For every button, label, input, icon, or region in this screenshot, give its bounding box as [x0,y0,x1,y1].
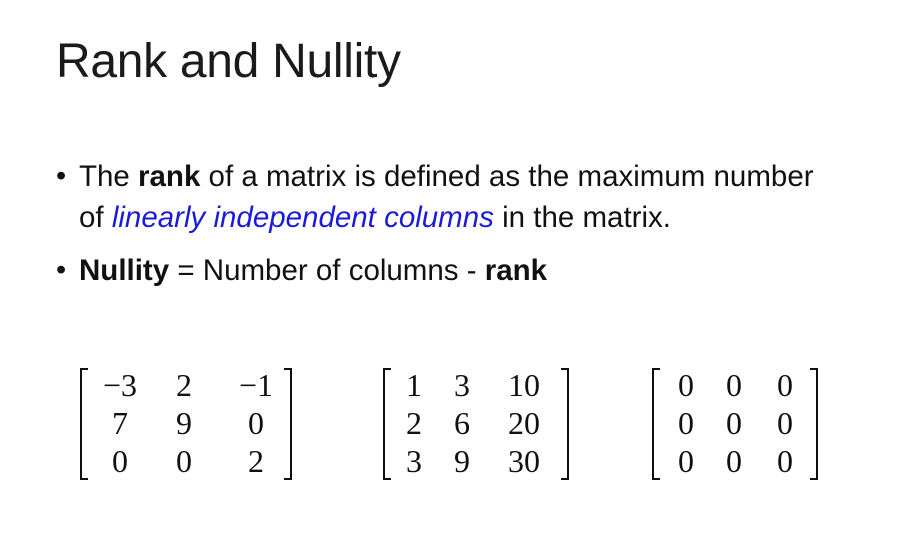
bullet-marker: • [56,160,67,192]
bullet-nullity-definition: • Nullity = Number of columns - rank [56,250,846,291]
matrix-cell: 1 [406,367,422,403]
matrix-cells: 0 0 0 0 0 0 0 0 0 [664,366,806,480]
slide-title: Rank and Nullity [56,35,401,88]
matrix-cell: 20 [508,405,540,441]
matrix-cell: 0 [678,367,694,403]
right-bracket [561,368,569,480]
bullet-list: • The rank of a matrix is defined as the … [56,156,846,291]
matrix-cell: 10 [508,367,540,403]
matrix-cell: 3 [406,443,422,479]
highlighted-phrase: linearly independent columns [111,201,494,234]
matrix-cell: 0 [777,443,793,479]
matrix-cell: 0 [678,443,694,479]
matrix-cell: 0 [176,443,192,479]
bullet-marker: • [56,254,67,286]
matrix-cell: −3 [102,367,138,403]
matrix-2: 1 3 10 2 6 20 3 9 30 [383,366,569,486]
left-bracket [383,368,391,480]
matrix-cell: 30 [508,443,540,479]
bullet-rank-definition: • The rank of a matrix is defined as the … [56,156,846,238]
matrix-cell: 0 [726,405,742,441]
matrix-cell: 0 [777,367,793,403]
matrix-cells: −3 2 −1 7 9 0 0 0 2 [92,366,280,480]
matrix-cell: 0 [248,405,264,441]
matrix-cell: 6 [454,405,470,441]
matrix-cell: 0 [726,443,742,479]
matrix-cell: 3 [454,367,470,403]
text-segment: in the matrix. [493,201,671,234]
left-bracket [652,368,660,480]
matrix-cell: 9 [176,405,192,441]
matrix-cell: 0 [726,367,742,403]
matrix-cell: 7 [112,405,128,441]
slide: Rank and Nullity • The rank of a matrix i… [0,0,901,541]
right-bracket [284,368,292,480]
term-rank: rank [138,160,201,193]
matrix-cell: −1 [238,367,274,403]
left-bracket [80,368,88,480]
text-segment: = Number of columns - [169,254,485,287]
matrix-1: −3 2 −1 7 9 0 0 0 2 [80,366,292,486]
term-rank: rank [484,254,548,287]
matrix-cell: 0 [112,443,128,479]
term-nullity: Nullity [79,254,170,287]
text-segment: The [79,160,139,193]
matrix-cell: 2 [406,405,422,441]
matrix-cell: 0 [678,405,694,441]
matrix-cell: 9 [454,443,470,479]
matrix-cell: 2 [248,443,264,479]
matrix-cell: 0 [777,405,793,441]
right-bracket [810,368,818,480]
matrix-3: 0 0 0 0 0 0 0 0 0 [652,366,818,486]
matrix-cell: 2 [176,367,192,403]
matrix-cells: 1 3 10 2 6 20 3 9 30 [395,366,557,480]
